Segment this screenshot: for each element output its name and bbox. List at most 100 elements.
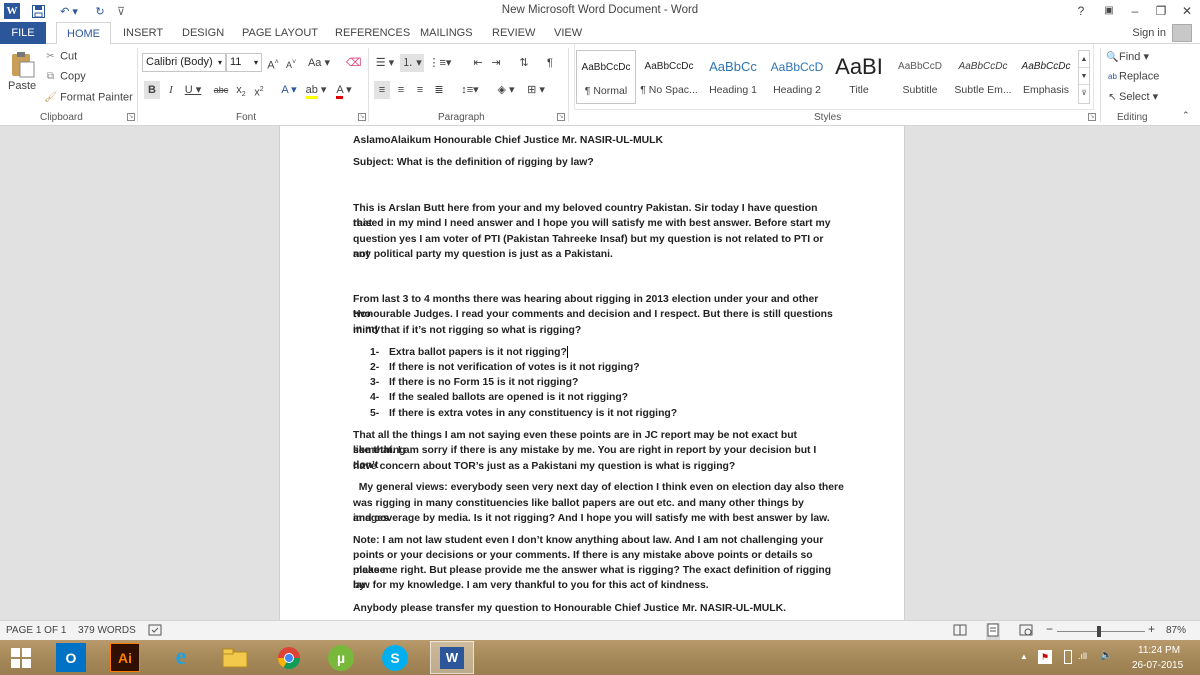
list-item[interactable]: 5- If there is extra votes in any constit… <box>370 406 677 421</box>
tab-page-layout[interactable]: PAGE LAYOUT <box>242 22 318 44</box>
subject-line[interactable]: Subject: What is the definition of riggi… <box>353 155 833 170</box>
web-layout-icon[interactable] <box>1019 623 1033 640</box>
tab-home[interactable]: HOME <box>56 22 111 45</box>
word-count[interactable]: 379 WORDS <box>78 625 136 636</box>
zoom-slider-thumb[interactable] <box>1097 626 1101 637</box>
list-item[interactable]: 2- If there is not verification of votes … <box>370 360 640 375</box>
skype-icon[interactable]: S <box>382 645 408 671</box>
style-subtitle[interactable]: AaBbCcD Subtitle <box>890 50 950 104</box>
more-styles-icon[interactable]: ⊽ <box>1079 85 1089 102</box>
close-button[interactable]: ✕ <box>1176 2 1198 20</box>
subscript-icon[interactable]: x2 <box>234 81 248 99</box>
change-case-button[interactable]: Aa ▾ <box>306 54 332 72</box>
paragraph-5-line[interactable]: Note: I am not law student even I don’t … <box>353 533 833 548</box>
underline-icon[interactable]: U ▾ <box>182 81 204 99</box>
font-name-box[interactable]: Calibri (Body) ▾ <box>142 53 226 72</box>
borders-icon[interactable]: ⊞ ▾ <box>524 81 548 99</box>
volume-icon[interactable]: 🔈 <box>1100 650 1112 661</box>
list-item[interactable]: 1- Extra ballot papers is it not rigging? <box>370 345 568 360</box>
closing-line[interactable]: Anybody please transfer my question to H… <box>353 601 833 616</box>
ribbon-display-options-icon[interactable]: ▣ <box>1098 2 1120 20</box>
style-subtle-emphasis[interactable]: AaBbCcDc Subtle Em... <box>952 50 1014 104</box>
help-button[interactable]: ? <box>1070 2 1092 20</box>
paragraph-4-line[interactable]: and coverage by media. Is it not rigging… <box>353 511 833 526</box>
paragraph-launcher-icon[interactable]: ↘ <box>557 113 565 121</box>
justify-icon[interactable]: ≣ <box>431 81 447 99</box>
paragraph-3-line[interactable]: have concern about TOR’s just as a Pakis… <box>353 459 833 474</box>
chevron-up-icon[interactable]: ▲ <box>1079 51 1089 68</box>
show-hidden-icons-icon[interactable]: ▲ <box>1020 652 1028 661</box>
style-normal[interactable]: AaBbCcDc ¶ Normal <box>576 50 636 104</box>
list-item[interactable]: 3- If there is no Form 15 is it not riggi… <box>370 375 578 390</box>
tab-file[interactable]: FILE <box>0 22 46 44</box>
paragraph-2-line[interactable]: mind that if it’s not rigging so what is… <box>353 323 833 338</box>
multilevel-list-icon[interactable]: ⋮≡▾ <box>428 54 452 72</box>
decrease-indent-icon[interactable]: ⇤ <box>470 54 486 72</box>
document-area[interactable]: AslamoAlaikum Honourable Chief Justice M… <box>0 126 1200 620</box>
show-formatting-marks-icon[interactable]: ¶ <box>542 54 558 72</box>
list-item[interactable]: 4- If the sealed ballots are opened is it… <box>370 390 628 405</box>
clipboard-launcher-icon[interactable]: ↘ <box>127 113 135 121</box>
sort-icon[interactable]: ⇅ <box>516 54 532 72</box>
style-emphasis[interactable]: AaBbCcDc Emphasis <box>1016 50 1076 104</box>
chrome-icon[interactable] <box>274 643 304 672</box>
tab-insert[interactable]: INSERT <box>123 22 163 44</box>
read-mode-icon[interactable] <box>953 623 967 640</box>
cut-button[interactable]: ✂ Cut <box>44 50 77 63</box>
numbering-icon[interactable]: ⒈ ▾ <box>400 54 424 72</box>
styles-scroll[interactable]: ▲ ▼ ⊽ <box>1078 50 1090 104</box>
paragraph-1-line[interactable]: any political party my question is just … <box>353 247 833 262</box>
zoom-level[interactable]: 87% <box>1166 625 1186 636</box>
shading-icon[interactable]: ◈ ▾ <box>494 81 518 99</box>
find-button[interactable]: 🔍Find ▾ <box>1106 50 1149 64</box>
word-taskbar-icon[interactable]: W <box>430 641 474 674</box>
tab-references[interactable]: REFERENCES <box>335 22 410 44</box>
italic-icon[interactable]: I <box>164 81 178 99</box>
grow-font-icon[interactable]: A˄ <box>266 54 280 72</box>
sign-in-link[interactable]: Sign in <box>1132 22 1166 44</box>
minimize-button[interactable]: – <box>1124 2 1146 20</box>
shrink-font-icon[interactable]: A˅ <box>284 54 298 72</box>
illustrator-icon[interactable]: Ai <box>110 643 140 672</box>
paste-button[interactable]: Paste <box>8 80 36 92</box>
action-center-icon[interactable]: ⚑ <box>1038 650 1052 664</box>
page-count[interactable]: PAGE 1 OF 1 <box>6 625 66 636</box>
font-launcher-icon[interactable]: ↘ <box>358 113 366 121</box>
zoom-out-button[interactable]: − <box>1046 622 1053 636</box>
style-heading-1[interactable]: AaBbCc Heading 1 <box>702 50 764 104</box>
document-page[interactable]: AslamoAlaikum Honourable Chief Justice M… <box>279 126 905 620</box>
align-left-icon[interactable]: ≡ <box>374 81 390 99</box>
file-explorer-icon[interactable] <box>220 643 250 672</box>
clear-formatting-icon[interactable]: ⌫ <box>346 54 362 72</box>
paragraph-5-line[interactable]: law for my knowledge. I am very thankful… <box>353 578 833 593</box>
text-effects-icon[interactable]: A ▾ <box>278 81 300 99</box>
avatar[interactable] <box>1172 24 1192 42</box>
tab-review[interactable]: REVIEW <box>492 22 535 44</box>
clock-time[interactable]: 11:24 PM <box>1138 645 1180 656</box>
style-no-spacing[interactable]: AaBbCcDc ¶ No Spac... <box>638 50 700 104</box>
increase-indent-icon[interactable]: ⇥ <box>488 54 504 72</box>
superscript-icon[interactable]: x2 <box>252 81 266 99</box>
strikethrough-icon[interactable]: abc <box>210 81 232 99</box>
zoom-slider[interactable] <box>1057 631 1145 632</box>
chevron-down-icon[interactable]: ▼ <box>1079 68 1089 85</box>
print-layout-icon[interactable] <box>986 623 1000 640</box>
bullets-icon[interactable]: ☰ ▾ <box>374 54 396 72</box>
battery-icon[interactable] <box>1064 650 1072 664</box>
paragraph-4-line[interactable]: My general views: everybody seen very ne… <box>353 480 844 495</box>
tab-design[interactable]: DESIGN <box>182 22 224 44</box>
copy-button[interactable]: ⧉ Copy <box>44 70 86 83</box>
utorrent-icon[interactable]: µ <box>328 645 354 671</box>
font-size-box[interactable]: 11 ▾ <box>226 53 262 72</box>
highlight-color-icon[interactable]: ab ▾ <box>304 81 328 99</box>
outlook-icon[interactable]: O <box>56 643 86 672</box>
greeting-line[interactable]: AslamoAlaikum Honourable Chief Justice M… <box>353 133 833 148</box>
format-painter-button[interactable]: 🖌 Format Painter <box>44 91 133 104</box>
styles-launcher-icon[interactable]: ↘ <box>1088 113 1096 121</box>
internet-explorer-icon[interactable]: e <box>166 643 196 672</box>
align-center-icon[interactable]: ≡ <box>393 81 409 99</box>
line-spacing-icon[interactable]: ↕≡▾ <box>458 81 482 99</box>
clock-date[interactable]: 26-07-2015 <box>1132 660 1183 671</box>
style-title[interactable]: AaBI Title <box>830 50 888 104</box>
network-signal-icon[interactable]: .ıll <box>1078 651 1087 661</box>
